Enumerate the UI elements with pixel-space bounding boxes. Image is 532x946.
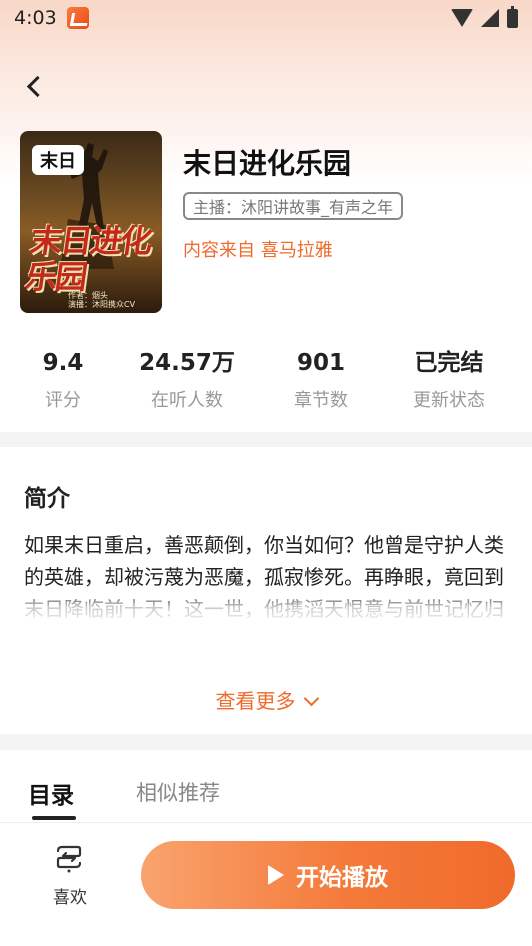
cover-credit-narrator: 演播：沐阳携众CV [68, 300, 136, 309]
intro-section: 简介 如果末日重启，善恶颠倒，你当如何？他曾是守护人类的英雄，却被污蔑为恶魔，孤… [0, 447, 532, 734]
wifi-icon [451, 9, 473, 27]
stat-listeners: 24.57万 在听人数 [127, 346, 247, 412]
see-more-label: 查看更多 [215, 689, 296, 713]
like-label: 喜欢 [53, 888, 87, 908]
narrator-tag[interactable]: 主播：沐阳讲故事_有声之年 [183, 192, 404, 220]
stat-value: 24.57万 [139, 350, 235, 376]
stat-value: 9.4 [42, 350, 84, 376]
stats-row: 9.4 评分 24.57万 在听人数 901 章节数 已完结 更新状态 [0, 346, 532, 418]
stat-label: 更新状态 [413, 390, 485, 411]
play-icon [268, 865, 284, 885]
chevron-left-icon [26, 75, 48, 97]
cover-tag: 末日 [32, 145, 84, 175]
app-notification-icon [66, 7, 89, 29]
cover-title-art: 末日进化乐园 [22, 222, 154, 296]
like-button[interactable]: 喜欢 [40, 841, 100, 911]
battery-icon [507, 5, 518, 28]
stat-label: 评分 [45, 390, 81, 411]
start-play-button[interactable]: 开始播放 [141, 841, 515, 909]
see-more-button[interactable]: 查看更多 [0, 685, 532, 714]
like-icon [56, 845, 82, 873]
source-label: 内容来自 喜马拉雅 [183, 240, 333, 261]
book-title: 末日进化乐园 [183, 147, 352, 180]
stat-value: 已完结 [414, 350, 484, 376]
stat-label: 在听人数 [151, 390, 223, 411]
stat-value: 901 [296, 350, 345, 376]
intro-text-container: 如果末日重启，善恶颠倒，你当如何？他曾是守护人类的英雄，却被污蔑为恶魔，孤寂惨死… [24, 529, 508, 629]
tab-similar[interactable]: 相似推荐 [136, 777, 220, 807]
book-cover[interactable]: 末日 末日进化乐园 作者：烟头 演播：沐阳携众CV [20, 131, 162, 313]
stat-update-status: 已完结 更新状态 [389, 346, 509, 412]
cover-credit-author: 作者：烟头 [68, 291, 108, 300]
chevron-down-icon [303, 690, 319, 707]
signal-icon [481, 9, 499, 27]
status-bar: 4:03 [0, 0, 532, 36]
back-button[interactable] [16, 68, 52, 104]
tab-active-indicator [32, 816, 76, 820]
tab-bar: 目录 相似推荐 [0, 750, 532, 822]
status-time: 4:03 [14, 7, 57, 29]
stat-rating: 9.4 评分 [3, 346, 123, 412]
cover-credit: 作者：烟头 演播：沐阳携众CV [68, 291, 135, 309]
intro-text: 如果末日重启，善恶颠倒，你当如何？他曾是守护人类的英雄，却被污蔑为恶魔，孤寂惨死… [24, 533, 504, 621]
tab-catalog[interactable]: 目录 [28, 776, 74, 810]
stat-chapters: 901 章节数 [261, 346, 381, 412]
stat-label: 章节数 [294, 390, 348, 411]
play-label: 开始播放 [296, 865, 388, 891]
bottom-action-bar: 喜欢 开始播放 [0, 822, 532, 946]
intro-heading: 简介 [24, 486, 70, 512]
